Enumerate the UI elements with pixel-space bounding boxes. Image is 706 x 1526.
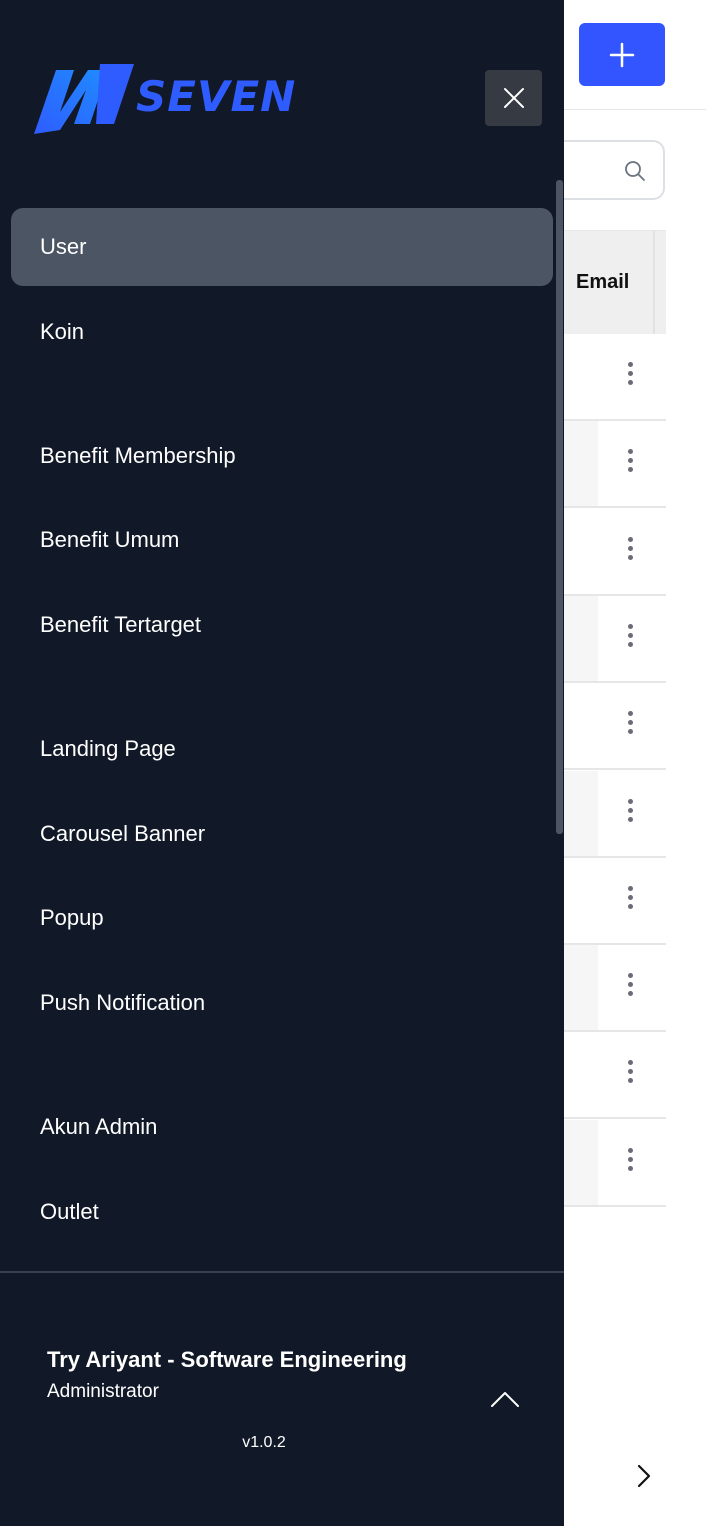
sidebar-item-label: Landing Page xyxy=(40,736,176,761)
column-resize-handle[interactable] xyxy=(653,231,655,335)
sidebar-item-label: Akun Admin xyxy=(40,1114,158,1139)
kebab-menu-icon[interactable] xyxy=(627,798,633,827)
sidebar-scrollbar[interactable] xyxy=(556,180,563,834)
sidebar-item-benefit-membership[interactable]: Benefit Membership xyxy=(11,417,553,495)
sidebar-drawer: SEVEN User Koin Benefit Membership Benef… xyxy=(0,0,564,1526)
sidebar-item-label: Benefit Membership xyxy=(40,443,236,468)
sidebar-item-label: Carousel Banner xyxy=(40,821,206,846)
search-icon[interactable] xyxy=(623,159,647,183)
sidebar-item-label: Outlet xyxy=(40,1199,99,1224)
sidebar-item-push-notification[interactable]: Push Notification xyxy=(11,964,553,1042)
sidebar-item-carousel-banner[interactable]: Carousel Banner xyxy=(11,795,553,873)
logo-text: SEVEN xyxy=(136,72,297,121)
logo-mark-icon xyxy=(34,64,134,134)
kebab-menu-icon[interactable] xyxy=(627,1147,633,1176)
sidebar-item-label: Popup xyxy=(40,905,104,930)
sidebar-item-popup[interactable]: Popup xyxy=(11,879,553,957)
brand-logo: SEVEN xyxy=(30,60,300,138)
kebab-menu-icon[interactable] xyxy=(627,623,633,652)
sidebar-item-label: Push Notification xyxy=(40,990,206,1015)
kebab-menu-icon[interactable] xyxy=(627,362,633,390)
sidebar-divider xyxy=(0,1271,564,1273)
sidebar-item-label: Benefit Tertarget xyxy=(40,612,202,637)
close-sidebar-button[interactable] xyxy=(485,70,542,126)
plus-icon xyxy=(609,42,635,67)
column-header-email[interactable]: Email xyxy=(576,271,629,294)
kebab-menu-icon[interactable] xyxy=(627,711,633,739)
sidebar-item-benefit-umum[interactable]: Benefit Umum xyxy=(11,501,553,579)
sidebar-item-landing-page[interactable]: Landing Page xyxy=(11,710,553,788)
sidebar-item-koin[interactable]: Koin xyxy=(11,293,553,371)
sidebar-item-akun-admin[interactable]: Akun Admin xyxy=(11,1088,553,1166)
kebab-menu-icon[interactable] xyxy=(627,536,633,565)
sidebar-item-outlet[interactable]: Outlet xyxy=(11,1173,553,1251)
kebab-menu-icon[interactable] xyxy=(627,885,633,914)
user-name: Try Ariyant - Software Engineering xyxy=(47,1347,407,1372)
close-icon xyxy=(503,88,524,108)
chevron-up-icon[interactable] xyxy=(490,1386,520,1412)
sidebar-item-label: Benefit Umum xyxy=(40,527,180,552)
user-role: Administrator xyxy=(47,1381,159,1402)
sidebar-item-user[interactable]: User xyxy=(11,208,553,286)
kebab-menu-icon[interactable] xyxy=(627,973,633,1001)
kebab-menu-icon[interactable] xyxy=(627,1060,633,1088)
sidebar-item-benefit-tertarget[interactable]: Benefit Tertarget xyxy=(11,586,553,664)
add-button[interactable] xyxy=(579,23,665,86)
chevron-right-icon[interactable] xyxy=(632,1462,656,1490)
kebab-menu-icon[interactable] xyxy=(627,449,633,477)
sidebar-item-label: Koin xyxy=(40,319,85,344)
app-version: v1.0.2 xyxy=(242,1434,286,1451)
sidebar-item-label: User xyxy=(40,234,87,259)
